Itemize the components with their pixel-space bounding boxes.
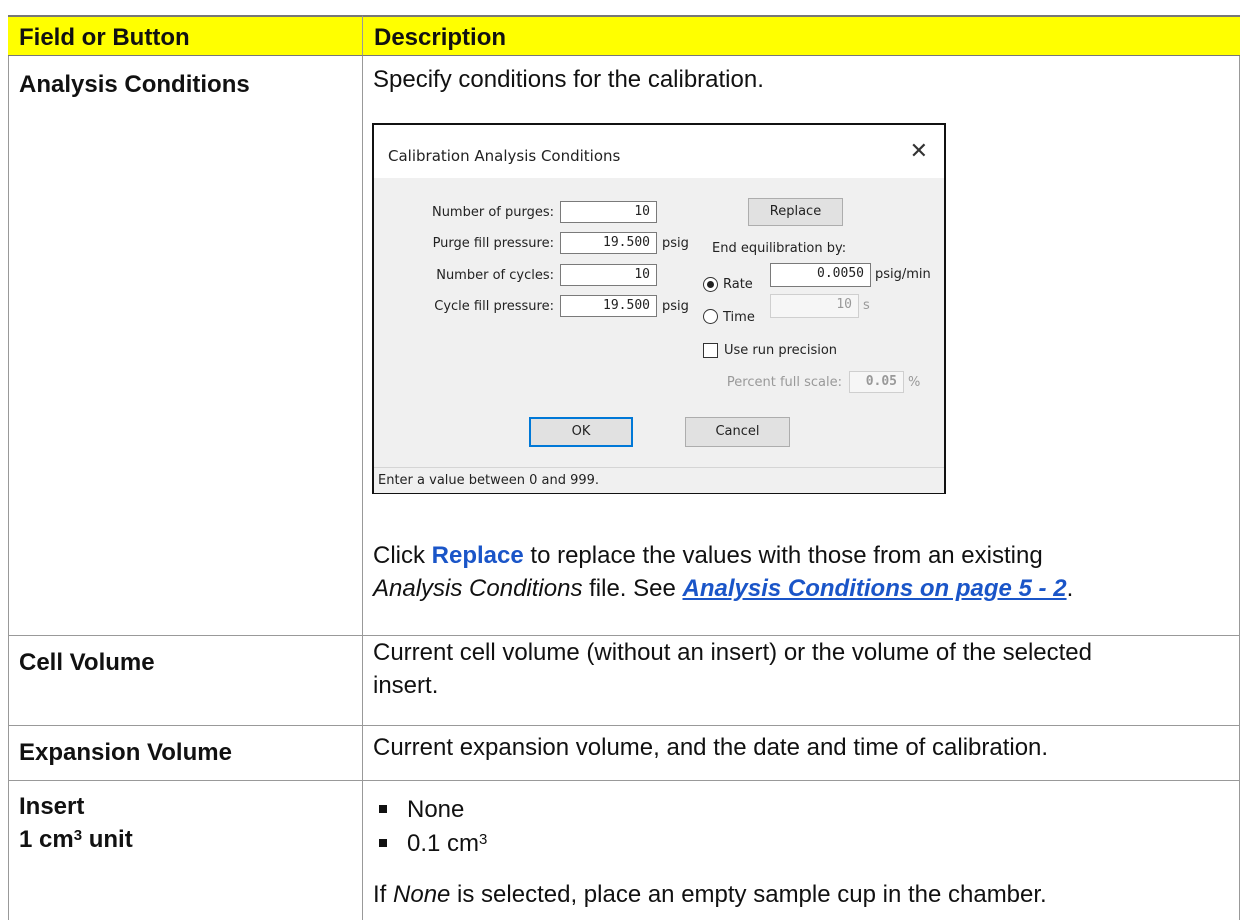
replace-button[interactable]: Replace: [748, 198, 843, 226]
instruction-text: Click: [373, 542, 432, 569]
superscript: 3: [479, 831, 488, 848]
row-insert-field-line2: 1 cm3 unit: [19, 823, 133, 856]
bullet-icon: [379, 805, 387, 813]
table-border-right: [1239, 56, 1240, 920]
cycle-fill-pressure-label: Cycle fill pressure:: [434, 299, 554, 314]
dialog-title: Calibration Analysis Conditions: [388, 147, 621, 165]
use-run-precision-checkbox[interactable]: [703, 343, 718, 358]
time-unit: s: [863, 298, 870, 313]
replace-instruction-line1: Click Replace to replace the values with…: [373, 539, 1043, 572]
insert-option-0-1: 0.1 cm3: [373, 829, 487, 859]
number-of-purges-label: Number of purges:: [431, 205, 554, 220]
row-cell-volume-field: Cell Volume: [19, 649, 155, 676]
bullet-text: 0.1 cm: [407, 830, 480, 857]
superscript: 3: [73, 827, 83, 844]
bullet-icon: [379, 839, 387, 847]
row-divider-3: [8, 780, 1240, 781]
analysis-conditions-page-link[interactable]: Analysis Conditions on page 5 - 2: [683, 575, 1067, 602]
insert-unit-text: 1 cm: [19, 826, 74, 853]
rate-input[interactable]: 0.0050: [770, 263, 871, 287]
end-equilibration-label: End equilibration by:: [712, 241, 847, 256]
replace-keyword: Replace: [431, 542, 524, 569]
radio-selected-dot: [707, 281, 714, 288]
dialog-status-bar: Enter a value between 0 and 999.: [374, 467, 944, 493]
header-field-or-button: Field or Button: [8, 15, 362, 56]
row-expansion-volume-field: Expansion Volume: [19, 739, 232, 766]
time-input[interactable]: 10: [770, 294, 859, 318]
header-col2-label: Description: [374, 24, 507, 51]
table-border-left: [8, 56, 9, 920]
note-text: If: [373, 881, 394, 908]
time-label: Time: [723, 310, 755, 325]
instruction-text: to replace the values with those from an…: [523, 542, 1043, 569]
number-of-cycles-label: Number of cycles:: [436, 268, 554, 283]
dialog-titlebar: Calibration Analysis Conditions ✕: [374, 125, 944, 178]
purge-fill-pressure-input[interactable]: 19.500: [560, 232, 657, 254]
row-analysis-conditions-field: Analysis Conditions: [19, 71, 250, 98]
status-text: Enter a value between 0 and 999.: [378, 473, 600, 488]
percent-unit: %: [908, 375, 921, 390]
row-analysis-conditions-description: Specify conditions for the calibration.: [373, 66, 764, 93]
italic-term: Analysis Conditions: [373, 575, 583, 602]
rate-unit: psig/min: [875, 267, 931, 282]
purge-fill-unit: psig: [662, 236, 689, 251]
number-of-purges-input[interactable]: 10: [560, 201, 657, 223]
ok-button[interactable]: OK: [529, 417, 633, 447]
row-expansion-volume-description: Current expansion volume, and the date a…: [373, 734, 1049, 761]
rate-radio[interactable]: [703, 277, 718, 292]
bullet-text: None: [407, 796, 465, 823]
header-description: Description: [362, 15, 1240, 56]
purge-fill-pressure-label: Purge fill pressure:: [432, 236, 554, 251]
use-run-precision-label: Use run precision: [724, 343, 838, 358]
row-cell-volume-description-2: insert.: [373, 672, 439, 699]
time-radio[interactable]: [703, 309, 718, 324]
number-of-cycles-input[interactable]: 10: [560, 264, 657, 286]
table-column-divider: [362, 56, 363, 920]
header-col1-label: Field or Button: [19, 24, 190, 51]
row-insert-field-line1: Insert: [19, 793, 85, 820]
row-divider-2: [8, 725, 1240, 726]
cycle-fill-pressure-input[interactable]: 19.500: [560, 295, 657, 317]
replace-instruction-line2: Analysis Conditions file. See Analysis C…: [373, 572, 1073, 605]
cycle-fill-unit: psig: [662, 299, 689, 314]
instruction-text: file. See: [582, 575, 683, 602]
close-icon[interactable]: ✕: [910, 139, 928, 164]
rate-label: Rate: [723, 277, 753, 292]
period: .: [1066, 575, 1074, 602]
insert-option-none: None: [373, 795, 464, 825]
percent-full-scale-label: Percent full scale:: [726, 375, 842, 390]
row-cell-volume-description-1: Current cell volume (without an insert) …: [373, 639, 1093, 666]
percent-full-scale-input[interactable]: 0.05: [849, 371, 904, 393]
italic-term: None: [393, 881, 451, 908]
note-text: is selected, place an empty sample cup i…: [450, 881, 1047, 908]
cancel-button[interactable]: Cancel: [685, 417, 790, 447]
insert-unit-text: unit: [82, 826, 133, 853]
calibration-analysis-conditions-dialog: Calibration Analysis Conditions ✕ Number…: [372, 123, 946, 494]
insert-note: If None is selected, place an empty samp…: [373, 878, 1047, 911]
